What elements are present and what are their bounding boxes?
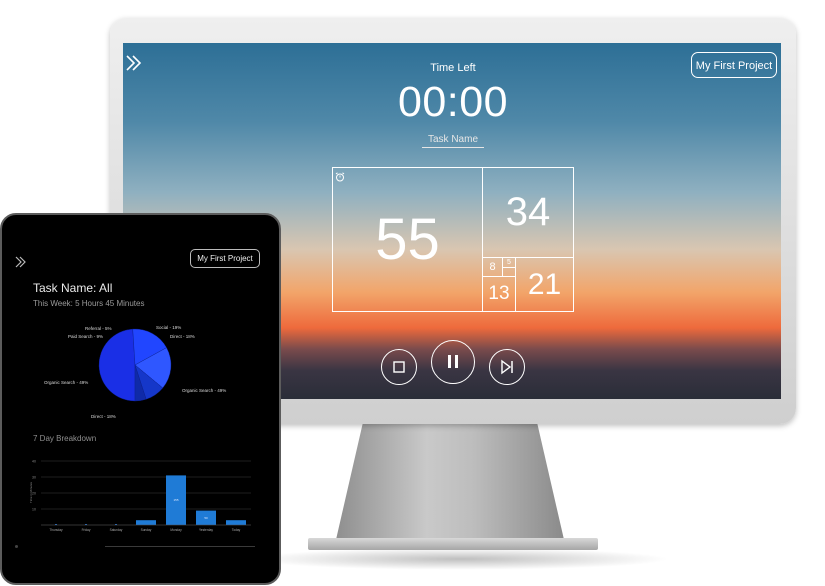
fib-block-13[interactable]: 13 (482, 276, 516, 312)
breakdown-bar-chart: 40302010Time in MinutesThursday Friday Sat… (29, 460, 251, 532)
project-button[interactable]: My First Project (691, 52, 777, 78)
task-title: Task Name: All (33, 281, 113, 295)
y-axis-label: Time in Minutes (29, 481, 33, 503)
monitor-base (308, 538, 598, 550)
x-tick-label: Yesterday (199, 528, 213, 532)
traffic-pie-chart (98, 328, 172, 402)
bar-sunday (136, 520, 156, 525)
timer-display: 00:00 (397, 78, 509, 126)
breakdown-title: 7 Day Breakdown (33, 434, 97, 443)
tablet-home-dot (15, 545, 18, 548)
pie-label-organic-left: Organic Search - 49% (44, 380, 89, 385)
bar-value-label: 155 (173, 498, 178, 502)
skip-next-icon (501, 359, 513, 375)
pie-label-direct-bottom: Direct - 18% (91, 414, 116, 419)
pie-label-paid-search: Paid Search - 9% (68, 334, 104, 339)
menu-chevron-icon[interactable] (124, 53, 146, 75)
x-tick-label: Sunday (141, 528, 152, 532)
pie-slice-organic-search (98, 328, 136, 402)
stop-button[interactable] (381, 349, 417, 385)
y-tick-label: 30 (32, 476, 36, 480)
fib-block-21[interactable]: 21 (515, 257, 574, 312)
stop-icon (393, 361, 405, 373)
pause-icon (448, 355, 458, 368)
bar-value-label: 50 (204, 516, 208, 520)
x-tick-label: Saturday (110, 528, 123, 532)
x-tick-label: Friday (82, 528, 91, 532)
x-tick-label: Today (232, 528, 241, 532)
x-tick-label: Thursday (49, 528, 63, 532)
tablet-project-button[interactable]: My First Project (190, 249, 260, 268)
monitor-shadow (250, 548, 670, 570)
task-name-input[interactable]: Task Name (422, 134, 484, 148)
pie-label-referral: Referral - 5% (85, 326, 112, 331)
pause-button[interactable] (431, 340, 475, 384)
fib-block-5[interactable]: 5 (502, 257, 516, 268)
x-tick-label: Monday (170, 528, 182, 532)
pie-label-direct-top: Direct - 18% (170, 334, 195, 339)
bar-today (226, 520, 246, 525)
tablet-divider (105, 546, 255, 547)
fib-block-8[interactable]: 8 (482, 257, 503, 277)
y-tick-label: 40 (32, 460, 36, 464)
pie-label-social: Social - 19% (156, 325, 182, 330)
monitor-stand (335, 424, 565, 544)
fib-block-34[interactable]: 34 (482, 167, 574, 258)
tablet-menu-chevron-icon[interactable] (14, 255, 28, 273)
week-summary: This Week: 5 Hours 45 Minutes (33, 299, 145, 308)
pie-label-organic-right: Organic Search - 49% (182, 388, 227, 393)
time-left-label: Time Left (430, 62, 476, 74)
fib-block-55[interactable]: 55 (332, 167, 483, 312)
y-tick-label: 10 (32, 508, 36, 512)
skip-next-button[interactable] (489, 349, 525, 385)
alarm-icon (335, 169, 345, 182)
